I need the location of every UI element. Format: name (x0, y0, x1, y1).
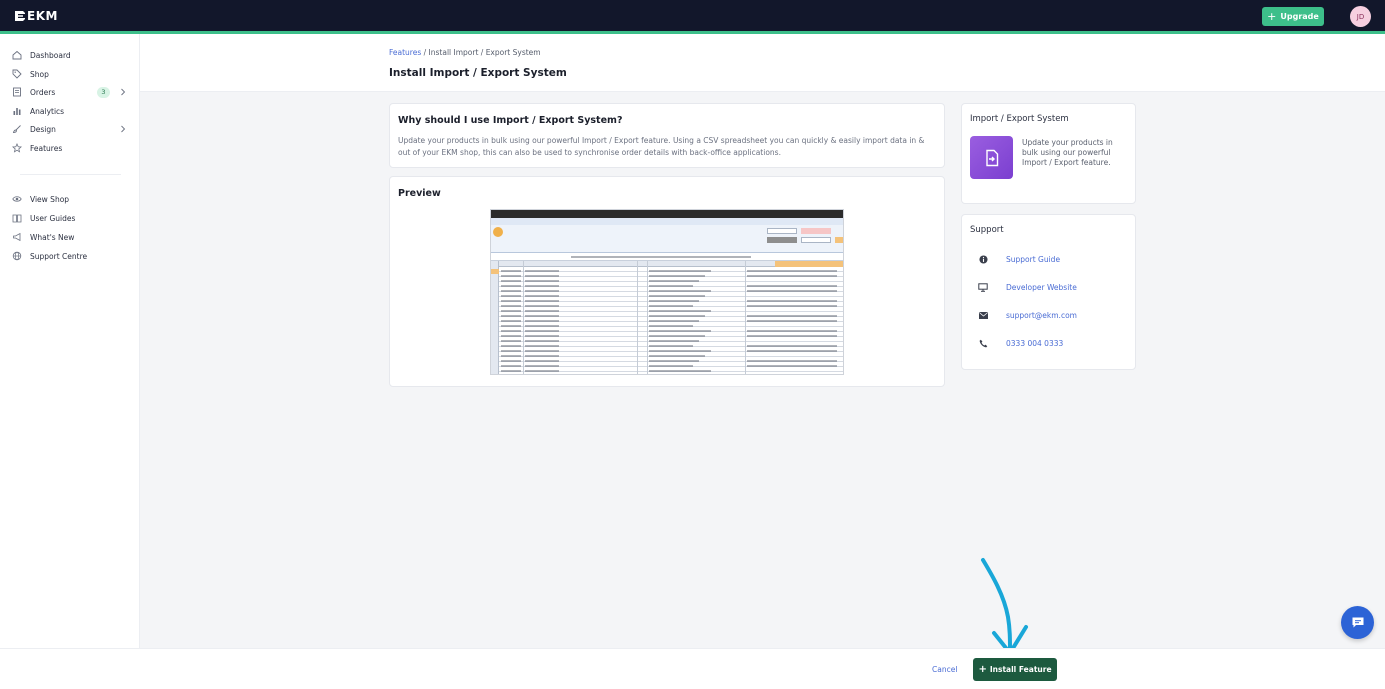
import-file-icon (985, 149, 998, 166)
sidebar-item-label: User Guides (30, 213, 76, 223)
spreadsheet-row-headers (491, 261, 499, 374)
top-bar: EKM + Upgrade JD (0, 0, 1385, 31)
upgrade-label: Upgrade (1280, 12, 1319, 21)
spreadsheet-formula-bar (491, 253, 843, 261)
sidebar-item-label: Design (30, 124, 56, 134)
developer-website-label: Developer Website (1006, 282, 1077, 292)
book-icon (12, 213, 22, 223)
ekm-logo-text: EKM (27, 9, 58, 23)
upgrade-button[interactable]: + Upgrade (1262, 7, 1324, 26)
monitor-icon (978, 282, 988, 292)
sidebar-item-support-centre[interactable]: Support Centre (0, 247, 140, 265)
eye-icon (12, 194, 22, 204)
why-card-title: Why should I use Import / Export System? (398, 115, 623, 126)
spreadsheet-titlebar (491, 210, 843, 218)
install-feature-label: Install Feature (989, 665, 1052, 674)
footer-action-bar: Cancel + Install Feature (0, 648, 1385, 689)
preview-card-title: Preview (398, 188, 441, 199)
breadcrumb-current: Install Import / Export System (428, 48, 541, 57)
cancel-button[interactable]: Cancel (932, 665, 957, 674)
support-phone-label: 0333 004 0333 (1006, 338, 1064, 348)
sidebar-item-orders[interactable]: Orders 3 (0, 83, 140, 101)
page-title: Install Import / Export System (389, 67, 567, 79)
sidebar-item-label: Features (30, 143, 63, 153)
ekm-logo-mark-icon (15, 11, 25, 21)
megaphone-icon (12, 232, 22, 242)
annotation-arrow-icon (981, 558, 1028, 655)
user-avatar[interactable]: JD (1350, 6, 1371, 27)
phone-icon (978, 338, 988, 348)
sidebar-item-label: Shop (30, 69, 49, 79)
plus-icon: + (1267, 10, 1277, 23)
envelope-icon (978, 310, 988, 320)
sidebar-item-label: View Shop (30, 194, 70, 204)
sidebar-item-label: What's New (30, 232, 75, 242)
feature-card-title: Import / Export System (970, 114, 1069, 124)
chevron-right-icon (119, 88, 127, 96)
orders-count-badge: 3 (97, 86, 110, 98)
sidebar-item-label: Dashboard (30, 50, 71, 60)
sidebar-item-label: Orders (30, 87, 56, 97)
analytics-icon (12, 106, 22, 116)
breadcrumb-separator: / (421, 48, 429, 57)
sidebar-item-view-shop[interactable]: View Shop (0, 190, 140, 208)
install-feature-button[interactable]: + Install Feature (973, 658, 1057, 681)
sidebar-item-shop[interactable]: Shop (0, 65, 140, 83)
sidebar-item-analytics[interactable]: Analytics (0, 102, 140, 120)
why-card: Why should I use Import / Export System?… (389, 103, 945, 168)
sidebar-item-label: Analytics (30, 106, 65, 116)
chat-button[interactable] (1341, 606, 1374, 639)
sidebar-divider (20, 174, 121, 175)
globe-icon (12, 251, 22, 261)
sidebar-item-whats-new[interactable]: What's New (0, 228, 140, 246)
chat-icon (1352, 617, 1363, 628)
support-email-label: support@ekm.com (1006, 310, 1077, 320)
star-icon (12, 143, 22, 153)
sidebar-item-dashboard[interactable]: Dashboard (0, 46, 140, 64)
feature-card: Import / Export System Update your produ… (961, 103, 1136, 204)
support-link-email[interactable]: support@ekm.com (970, 308, 1130, 322)
sidebar: Dashboard Shop Orders 3 Analytics Design (0, 34, 140, 689)
why-card-text: Update your products in bulk using our p… (398, 136, 925, 157)
brush-icon (12, 124, 22, 134)
support-guide-label: Support Guide (1006, 254, 1061, 264)
feature-card-description: Update your products in bulk using our p… (1022, 138, 1113, 167)
support-link-guide[interactable]: Support Guide (970, 252, 1130, 266)
orders-icon (12, 87, 22, 97)
import-export-feature-tile (970, 136, 1013, 179)
home-icon (12, 50, 22, 60)
spreadsheet-ribbon (491, 225, 843, 253)
preview-screenshot-image (490, 209, 844, 375)
spreadsheet-tabs (491, 218, 843, 225)
support-link-phone[interactable]: 0333 004 0333 (970, 336, 1130, 350)
support-card: Support Support Guide Developer Website … (961, 214, 1136, 370)
breadcrumb-link-features[interactable]: Features (389, 48, 421, 57)
sidebar-item-design[interactable]: Design (0, 120, 140, 138)
ekm-logo[interactable]: EKM (14, 9, 58, 23)
support-link-developer[interactable]: Developer Website (970, 280, 1130, 294)
sidebar-item-label: Support Centre (30, 251, 88, 261)
sidebar-item-features[interactable]: Features (0, 139, 140, 157)
support-card-title: Support (970, 225, 1004, 235)
breadcrumb: Features / Install Import / Export Syste… (389, 48, 541, 57)
preview-card: Preview (389, 176, 945, 387)
page-header: Features / Install Import / Export Syste… (140, 34, 1385, 92)
info-icon (978, 254, 988, 264)
plus-icon: + (978, 663, 987, 675)
sidebar-item-user-guides[interactable]: User Guides (0, 209, 140, 227)
chevron-right-icon (119, 125, 127, 133)
tag-icon (12, 69, 22, 79)
